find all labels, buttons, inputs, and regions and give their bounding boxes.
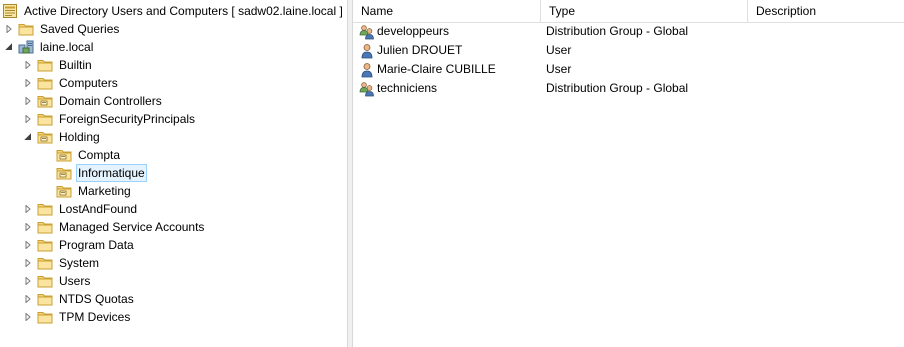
column-header-description[interactable]: Description (748, 0, 904, 22)
tree-item-label: Program Data (59, 238, 134, 252)
expand-arrow-icon[interactable] (23, 74, 33, 92)
tree-item-informatique[interactable]: Informatique (42, 164, 147, 182)
group-icon (359, 81, 375, 97)
group-icon (359, 24, 375, 40)
user-icon (359, 43, 375, 59)
list-row[interactable]: developpeurs Distribution Group - Global (353, 22, 904, 41)
folder-icon (37, 219, 53, 235)
folder-icon (37, 291, 53, 307)
tree-item-holding[interactable]: Holding (23, 128, 102, 146)
row-type: Distribution Group - Global (546, 81, 689, 95)
expand-arrow-icon[interactable] (23, 110, 33, 128)
tree-item-tpm-devices[interactable]: TPM Devices (23, 308, 132, 326)
tree-item-label: Managed Service Accounts (59, 220, 205, 234)
organizational-unit-icon (56, 147, 72, 163)
tree-item-label: NTDS Quotas (59, 292, 134, 306)
tree-root-label: Active Directory Users and Computers [ s… (24, 4, 343, 18)
expand-arrow-icon[interactable] (23, 56, 33, 74)
organizational-unit-icon (37, 93, 53, 109)
tree-item-label: Compta (78, 148, 121, 162)
tree-item-saved-queries[interactable]: Saved Queries (4, 20, 121, 38)
tree-item-label: Computers (59, 76, 118, 90)
row-type: User (546, 43, 572, 57)
column-header-name[interactable]: Name (353, 0, 541, 22)
expand-arrow-icon[interactable] (23, 236, 33, 254)
expand-arrow-icon[interactable] (23, 254, 33, 272)
row-name: developpeurs (377, 24, 450, 38)
expand-arrow-icon[interactable] (23, 200, 33, 218)
folder-icon (37, 255, 53, 271)
tree-item-program-data[interactable]: Program Data (23, 236, 136, 254)
tree-item-domain[interactable]: laine.local (4, 38, 95, 56)
expand-arrow-icon[interactable] (23, 272, 33, 290)
tree-item-label: TPM Devices (59, 310, 131, 324)
folder-icon (37, 237, 53, 253)
tree-item-label: System (59, 256, 100, 270)
organizational-unit-icon (56, 183, 72, 199)
tree-item-ntds-quotas[interactable]: NTDS Quotas (23, 290, 136, 308)
list-header: Name Type Description (353, 0, 904, 23)
user-icon (359, 62, 375, 78)
collapse-arrow-icon[interactable] (23, 128, 33, 146)
tree-item-label: Saved Queries (40, 22, 120, 36)
row-name: Marie-Claire CUBILLE (377, 62, 496, 76)
expand-arrow-icon[interactable] (4, 20, 14, 38)
tree-item-label: laine.local (40, 40, 94, 54)
tree-item-computers[interactable]: Computers (23, 74, 120, 92)
list-row[interactable]: Julien DROUET User (353, 41, 904, 60)
folder-icon (37, 201, 53, 217)
expand-arrow-icon[interactable] (23, 308, 33, 326)
expand-arrow-icon[interactable] (23, 290, 33, 308)
tree-item-foreign-security-principals[interactable]: ForeignSecurityPrincipals (23, 110, 197, 128)
folder-icon (37, 57, 53, 73)
tree-item-lostandfound[interactable]: LostAndFound (23, 200, 139, 218)
folder-icon (37, 111, 53, 127)
row-type: Distribution Group - Global (546, 24, 689, 38)
domain-icon (18, 39, 34, 55)
tree-item-marketing[interactable]: Marketing (42, 182, 133, 200)
expand-arrow-icon[interactable] (23, 92, 33, 110)
tree-item-label: Holding (59, 130, 100, 144)
tree-item-builtin[interactable]: Builtin (23, 56, 94, 74)
folder-icon (37, 75, 53, 91)
folder-icon (37, 309, 53, 325)
tree-item-users[interactable]: Users (23, 272, 92, 290)
tree-item-label: Marketing (78, 184, 131, 198)
details-list[interactable]: Name Type Description developpeurs Distr… (353, 0, 904, 347)
list-row[interactable]: techniciens Distribution Group - Global (353, 79, 904, 98)
column-header-type[interactable]: Type (541, 0, 748, 22)
tree-root[interactable]: Active Directory Users and Computers [ s… (0, 2, 345, 20)
folder-icon (18, 21, 34, 37)
tree-item-label: Builtin (59, 58, 92, 72)
active-directory-icon (2, 3, 18, 19)
organizational-unit-icon (56, 165, 72, 181)
row-name: Julien DROUET (377, 43, 463, 57)
expand-arrow-icon[interactable] (23, 218, 33, 236)
tree-item-domain-controllers[interactable]: Domain Controllers (23, 92, 164, 110)
tree-item-managed-service-accounts[interactable]: Managed Service Accounts (23, 218, 206, 236)
tree-item-label: Users (59, 274, 91, 288)
row-type: User (546, 62, 572, 76)
collapse-arrow-icon[interactable] (4, 38, 14, 56)
console-tree[interactable]: Active Directory Users and Computers [ s… (0, 0, 347, 347)
tree-item-label: LostAndFound (59, 202, 138, 216)
tree-item-system[interactable]: System (23, 254, 101, 272)
organizational-unit-icon (37, 129, 53, 145)
tree-item-label: ForeignSecurityPrincipals (59, 112, 196, 126)
row-name: techniciens (377, 81, 438, 95)
list-row[interactable]: Marie-Claire CUBILLE User (353, 60, 904, 79)
tree-item-label: Domain Controllers (59, 94, 162, 108)
tree-item-compta[interactable]: Compta (42, 146, 122, 164)
folder-icon (37, 273, 53, 289)
tree-item-label-selected: Informatique (76, 164, 147, 182)
